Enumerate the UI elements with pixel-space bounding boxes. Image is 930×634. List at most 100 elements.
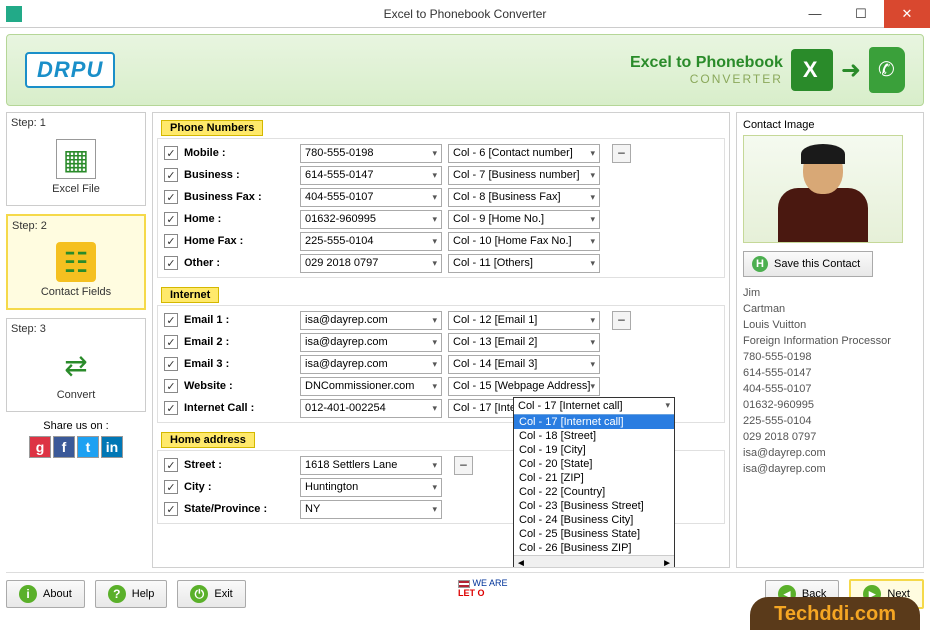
logo: DRPU (25, 52, 115, 88)
column-dropdown[interactable]: Col - 11 [Others]▾ (448, 254, 600, 273)
checkbox[interactable]: ✓ (164, 146, 178, 160)
value-dropdown[interactable]: 01632-960995▾ (300, 210, 442, 229)
dropdown-option[interactable]: Col - 26 [Business ZIP] (514, 541, 674, 555)
field-label: Home Fax : (184, 235, 294, 247)
column-dropdown[interactable]: Col - 8 [Business Fax]▾ (448, 188, 600, 207)
facebook-icon[interactable]: f (53, 436, 75, 458)
twitter-icon[interactable]: t (77, 436, 99, 458)
field-label: Email 2 : (184, 336, 294, 348)
dropdown-option[interactable]: Col - 25 [Business State] (514, 527, 674, 541)
value-dropdown[interactable]: Huntington▾ (300, 478, 442, 497)
checkbox[interactable]: ✓ (164, 401, 178, 415)
checkbox[interactable]: ✓ (164, 335, 178, 349)
contact-info-item: 01632-960995 (743, 397, 917, 413)
value-dropdown[interactable]: DNCommissioner.com▾ (300, 377, 442, 396)
value-dropdown[interactable]: 614-555-0147▾ (300, 166, 442, 185)
dropdown-option[interactable]: Col - 24 [Business City] (514, 513, 674, 527)
field-row: ✓ Home Fax : 225-555-0104▾ Col - 10 [Home F… (164, 230, 718, 252)
step-2-box: Step: 2 ☷ Contact Fields (6, 214, 146, 310)
collapse-button[interactable]: – (612, 144, 631, 163)
chevron-down-icon: ▾ (432, 192, 437, 203)
chevron-down-icon: ▾ (432, 482, 437, 493)
field-row: ✓Website :DNCommissioner.com▾Col - 15 [W… (164, 375, 718, 397)
column-dropdown[interactable]: Col - 15 [Webpage Address]▾ (448, 377, 600, 396)
value-dropdown[interactable]: isa@dayrep.com▾ (300, 355, 442, 374)
phone-section: Phone Numbers ✓Mobile :780-555-0198▾Col … (157, 117, 725, 278)
dropdown-option[interactable]: Col - 22 [Country] (514, 485, 674, 499)
checkbox[interactable]: ✓ (164, 357, 178, 371)
column-dropdown[interactable]: Col - 9 [Home No.]▾ (448, 210, 600, 229)
field-label: State/Province : (184, 503, 294, 515)
value-dropdown[interactable]: 012-401-002254▾ (300, 399, 442, 418)
value-dropdown[interactable]: 029 2018 0797▾ (300, 254, 442, 273)
internet-section-title: Internet (161, 287, 219, 303)
about-button[interactable]: iAbout (6, 580, 85, 608)
google-plus-icon[interactable]: g (29, 436, 51, 458)
dropdown-option[interactable]: Col - 18 [Street] (514, 429, 674, 443)
dropdown-option[interactable]: Col - 20 [State] (514, 457, 674, 471)
field-row: ✓Other :029 2018 0797▾Col - 11 [Others]▾ (164, 252, 718, 274)
column-dropdown[interactable]: Col - 12 [Email 1]▾ (448, 311, 600, 330)
chevron-down-icon: ▾ (432, 214, 437, 225)
checkbox[interactable]: ✓ (164, 212, 178, 226)
dropdown-hscroll[interactable]: ◄► (514, 555, 674, 568)
phonebook-icon (869, 47, 905, 93)
checkbox[interactable]: ✓ (164, 168, 178, 182)
flag-icon (458, 580, 470, 588)
save-contact-button[interactable]: H Save this Contact (743, 251, 873, 277)
checkbox[interactable]: ✓ (164, 234, 178, 248)
excel-file-icon: ▦ (56, 139, 96, 179)
chevron-down-icon: ▾ (590, 214, 595, 225)
checkbox[interactable]: ✓ (164, 379, 178, 393)
contact-image-label: Contact Image (743, 119, 917, 131)
column-dropdown[interactable]: Col - 10 [Home Fax No.]▾ (448, 232, 600, 251)
field-row: ✓Business :614-555-0147▾Col - 7 [Busines… (164, 164, 718, 186)
field-label: Internet Call : (184, 402, 294, 414)
phone-section-title: Phone Numbers (161, 120, 263, 136)
column-dropdown[interactable]: Col - 13 [Email 2]▾ (448, 333, 600, 352)
dropdown-option[interactable]: Col - 17 [Internet call] (514, 415, 674, 429)
chevron-down-icon: ▾ (432, 381, 437, 392)
checkbox[interactable]: ✓ (164, 190, 178, 204)
column-dropdown-open[interactable]: Col - 17 [Internet call] ▾ Col - 17 [Int… (513, 397, 675, 568)
chevron-down-icon: ▾ (432, 337, 437, 348)
checkbox[interactable]: ✓ (164, 458, 178, 472)
column-dropdown[interactable]: Col - 7 [Business number]▾ (448, 166, 600, 185)
dropdown-option[interactable]: Col - 19 [City] (514, 443, 674, 457)
checkbox[interactable]: ✓ (164, 256, 178, 270)
footer-note: WE ARE LET O (458, 578, 508, 598)
share-icons: g f t in (6, 436, 146, 458)
value-dropdown[interactable]: isa@dayrep.com▾ (300, 311, 442, 330)
step-convert-button[interactable]: ⇄ Convert (11, 339, 141, 407)
collapse-button[interactable]: – (454, 456, 473, 475)
value-dropdown[interactable]: 780-555-0198▾ (300, 144, 442, 163)
column-dropdown[interactable]: Col - 14 [Email 3]▾ (448, 355, 600, 374)
exit-button[interactable]: ⏻Exit (177, 580, 245, 608)
titlebar: Excel to Phonebook Converter — ☐ ✕ (0, 0, 930, 28)
step-contact-fields-button[interactable]: ☷ Contact Fields (12, 236, 140, 304)
contact-info-item: Jim (743, 285, 917, 301)
help-button[interactable]: ?Help (95, 580, 168, 608)
chevron-down-icon: ▾ (590, 258, 595, 269)
linkedin-icon[interactable]: in (101, 436, 123, 458)
dropdown-selected: Col - 17 [Internet call] (518, 400, 623, 412)
value-dropdown[interactable]: 225-555-0104▾ (300, 232, 442, 251)
step-excel-file-button[interactable]: ▦ Excel File (11, 133, 141, 201)
dropdown-option[interactable]: Col - 21 [ZIP] (514, 471, 674, 485)
value-dropdown[interactable]: 1618 Settlers Lane▾ (300, 456, 442, 475)
contact-info-list: JimCartmanLouis VuittonForeign Informati… (743, 285, 917, 477)
checkbox[interactable]: ✓ (164, 480, 178, 494)
value-dropdown[interactable]: 404-555-0107▾ (300, 188, 442, 207)
chevron-down-icon: ▾ (590, 192, 595, 203)
checkbox[interactable]: ✓ (164, 502, 178, 516)
chevron-down-icon: ▾ (432, 148, 437, 159)
value-dropdown[interactable]: isa@dayrep.com▾ (300, 333, 442, 352)
dropdown-option[interactable]: Col - 23 [Business Street] (514, 499, 674, 513)
value-dropdown[interactable]: NY▾ (300, 500, 442, 519)
collapse-button[interactable]: – (612, 311, 631, 330)
column-dropdown[interactable]: Col - 6 [Contact number]▾ (448, 144, 600, 163)
checkbox[interactable]: ✓ (164, 313, 178, 327)
chevron-down-icon: ▾ (432, 403, 437, 414)
help-icon: ? (108, 585, 126, 603)
contact-fields-icon: ☷ (56, 242, 96, 282)
